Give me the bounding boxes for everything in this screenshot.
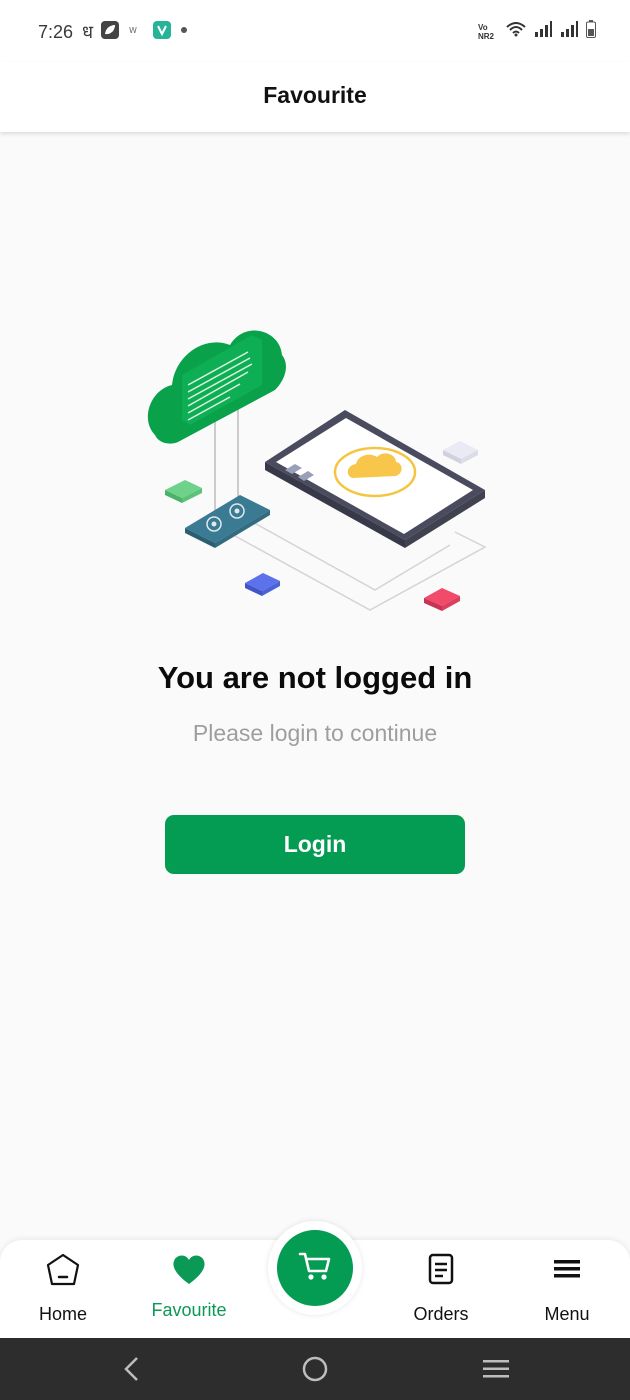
page-title: Favourite bbox=[263, 82, 367, 108]
svg-text:W: W bbox=[129, 26, 137, 35]
battery-icon bbox=[586, 20, 596, 43]
cart-button-inner bbox=[277, 1230, 353, 1306]
empty-state-title: You are not logged in bbox=[157, 660, 473, 695]
status-bar: 7:26 ध W Vo NR2 bbox=[0, 0, 630, 62]
system-nav-bar bbox=[0, 1338, 630, 1400]
app-bar: Favourite bbox=[0, 62, 630, 132]
orders-icon bbox=[378, 1252, 504, 1288]
empty-state-subtitle: Please login to continue bbox=[192, 720, 438, 746]
status-time: 7:26 bbox=[38, 22, 74, 42]
nav-item-orders[interactable]: Orders bbox=[378, 1240, 504, 1338]
notification-leaf-icon bbox=[101, 20, 120, 44]
home-circle-icon[interactable] bbox=[295, 1352, 335, 1386]
nav-item-home[interactable]: Home bbox=[0, 1240, 126, 1338]
cloud-shape bbox=[147, 330, 286, 444]
recents-icon[interactable] bbox=[476, 1352, 516, 1386]
status-icons-right: Vo NR2 bbox=[478, 20, 596, 43]
nav-item-menu[interactable]: Menu bbox=[504, 1240, 630, 1338]
signal-2-icon bbox=[560, 21, 578, 42]
home-icon bbox=[0, 1252, 126, 1288]
nav-label-favourite: Favourite bbox=[151, 1300, 227, 1320]
volte-icon: Vo NR2 bbox=[478, 22, 495, 41]
cart-button[interactable] bbox=[268, 1221, 362, 1315]
heart-icon bbox=[126, 1252, 252, 1288]
status-icons-left: ध W bbox=[82, 20, 189, 44]
dot-icon bbox=[179, 21, 189, 44]
nav-label-orders: Orders bbox=[413, 1304, 469, 1324]
back-icon[interactable] bbox=[112, 1352, 152, 1386]
not-logged-in-illustration bbox=[130, 310, 500, 630]
login-button[interactable]: Login bbox=[165, 815, 465, 874]
nav-item-favourite[interactable]: Favourite bbox=[126, 1240, 252, 1338]
nav-label-menu: Menu bbox=[544, 1304, 590, 1324]
wifi-icon bbox=[506, 21, 526, 42]
status-glyph: ध bbox=[82, 22, 94, 42]
cart-icon bbox=[297, 1248, 333, 1289]
nav-label-home: Home bbox=[38, 1304, 87, 1324]
phone-shape bbox=[265, 410, 485, 548]
notification-app-icon: W bbox=[127, 21, 145, 44]
signal-1-icon bbox=[534, 21, 552, 42]
notification-v-icon bbox=[153, 20, 172, 44]
menu-icon bbox=[504, 1252, 630, 1288]
